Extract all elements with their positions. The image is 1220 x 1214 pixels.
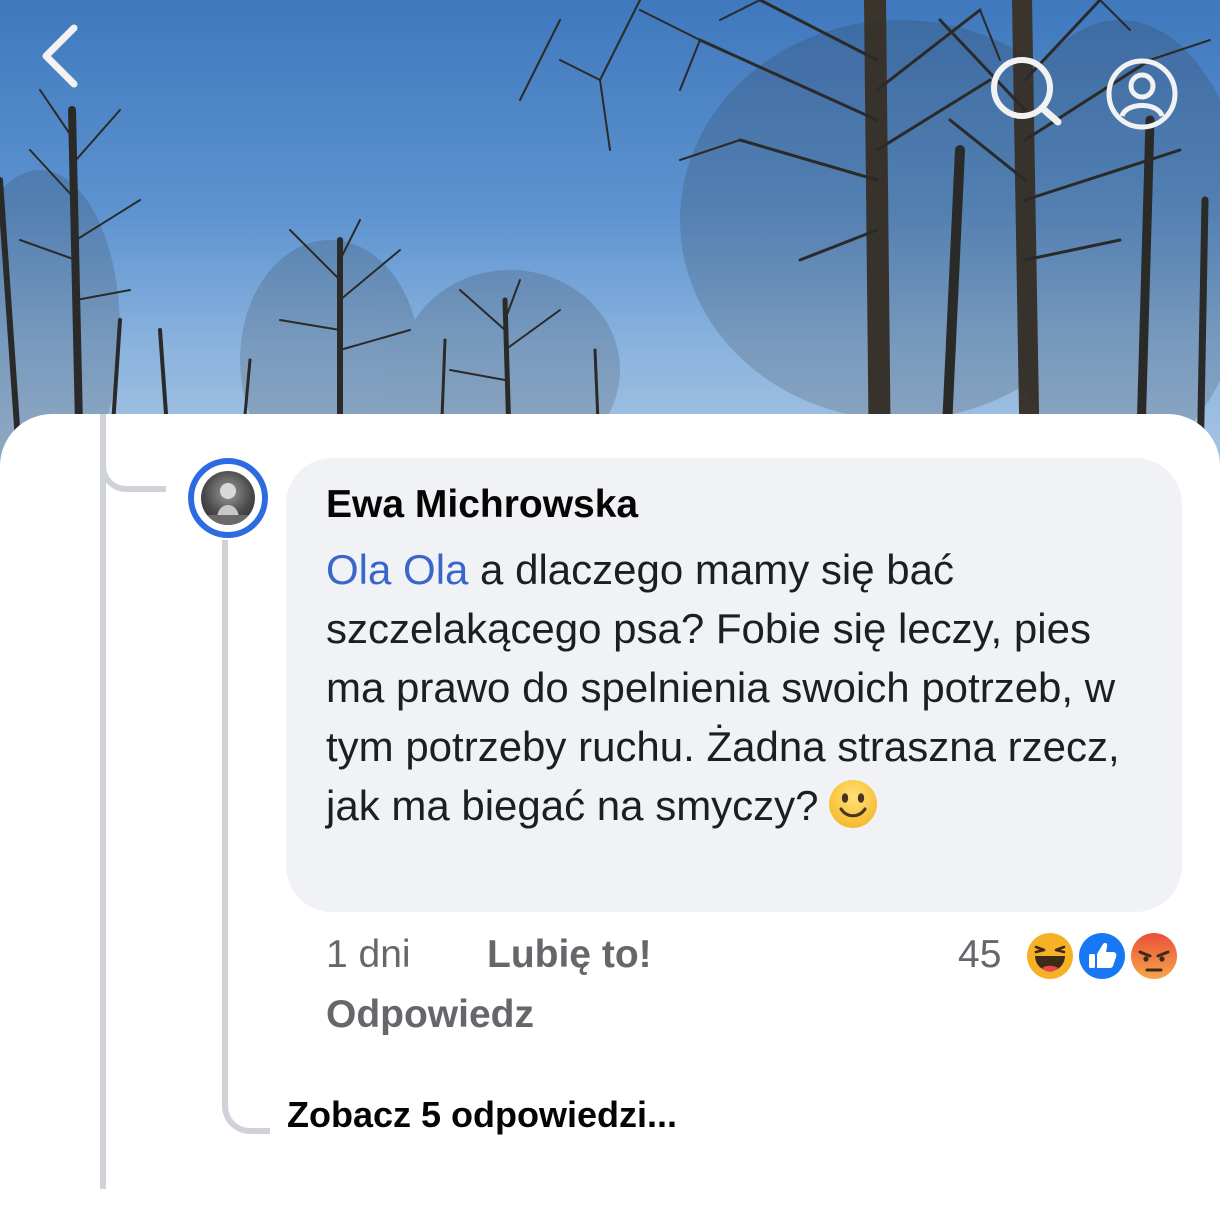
thread-line <box>100 414 106 1189</box>
header-photo <box>0 0 1220 470</box>
like-reaction-icon <box>1076 930 1128 982</box>
comment-author[interactable]: Ewa Michrowska <box>326 480 638 530</box>
comment-bubble: Ewa Michrowska Ola Ola a dlaczego mamy s… <box>286 458 1182 912</box>
angry-reaction-icon <box>1128 930 1180 982</box>
profile-icon <box>1106 58 1178 130</box>
back-button[interactable] <box>30 18 94 94</box>
chevron-left-icon <box>42 24 78 88</box>
profile-button[interactable] <box>1102 56 1182 132</box>
haha-reaction-icon <box>1024 930 1076 982</box>
avatar[interactable] <box>188 458 268 538</box>
reaction-count: 45 <box>958 933 1002 976</box>
comment-timestamp: 1 dni <box>326 933 411 976</box>
thread-branch <box>100 440 166 492</box>
slightly-smiling-face-icon <box>828 780 877 828</box>
reply-button[interactable]: Odpowiedz <box>326 990 534 1040</box>
mention-link[interactable]: Ola Ola <box>326 546 468 593</box>
search-button[interactable] <box>986 56 1066 128</box>
reply-thread-line <box>222 540 270 1134</box>
see-replies-link[interactable]: Zobacz 5 odpowiedzi... <box>287 1090 677 1140</box>
comment-text: Ola Ola a dlaczego mamy się bać szczelak… <box>326 540 1142 835</box>
search-icon <box>991 57 1062 126</box>
avatar-image <box>201 471 255 525</box>
like-button[interactable]: Lubię to! <box>487 930 652 980</box>
